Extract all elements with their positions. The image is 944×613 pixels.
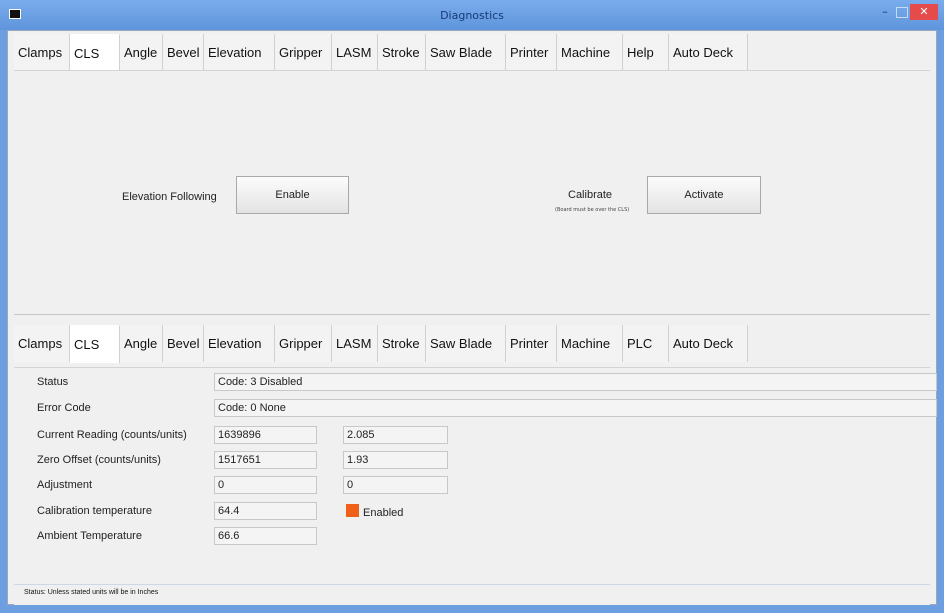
top-tab-lasm[interactable]: LASM — [332, 34, 378, 71]
bottom-tab-clamps[interactable]: Clamps — [14, 325, 70, 362]
bottom-tab-machine[interactable]: Machine — [557, 325, 623, 362]
diagnostics-window: Diagnostics – ✕ Clamps CLS Angle Bevel E… — [0, 0, 944, 613]
bottom-tab-plc[interactable]: PLC — [623, 325, 669, 362]
top-tab-bevel[interactable]: Bevel — [163, 34, 204, 71]
top-tab-stroke[interactable]: Stroke — [378, 34, 426, 71]
top-tab-gripper[interactable]: Gripper — [275, 34, 332, 71]
bottom-tab-auto-deck[interactable]: Auto Deck — [669, 325, 748, 362]
bottom-tab-angle[interactable]: Angle — [120, 325, 163, 362]
minimize-button[interactable]: – — [879, 6, 891, 18]
top-tab-auto-deck[interactable]: Auto Deck — [669, 34, 748, 71]
adjustment-counts-field: 0 — [214, 476, 317, 494]
status-value-field: Code: 3 Disabled — [214, 373, 937, 391]
bottom-tab-stroke[interactable]: Stroke — [378, 325, 426, 362]
enabled-label: Enabled — [363, 507, 404, 519]
bottom-tab-lasm[interactable]: LASM — [332, 325, 378, 362]
current-reading-counts-field: 1639896 — [214, 426, 317, 444]
calibration-temperature-field: 64.4 — [214, 502, 317, 520]
bottom-tab-bevel[interactable]: Bevel — [163, 325, 204, 362]
top-tab-elevation[interactable]: Elevation — [204, 34, 275, 71]
error-code-field: Code: 0 None — [214, 399, 937, 417]
window-title: Diagnostics — [440, 9, 504, 22]
top-tab-strip: Clamps CLS Angle Bevel Elevation Gripper… — [14, 34, 748, 72]
top-tab-cls[interactable]: CLS — [70, 34, 120, 72]
status-label: Status — [37, 376, 69, 388]
top-tab-saw-blade[interactable]: Saw Blade — [426, 34, 506, 71]
current-reading-label: Current Reading (counts/units) — [37, 429, 187, 441]
bottom-tab-gripper[interactable]: Gripper — [275, 325, 332, 362]
error-code-label: Error Code — [37, 402, 91, 414]
top-tab-clamps[interactable]: Clamps — [14, 34, 70, 71]
zero-offset-label: Zero Offset (counts/units) — [37, 454, 161, 466]
adjustment-label: Adjustment — [37, 479, 93, 491]
ambient-temperature-field: 66.6 — [214, 527, 317, 545]
current-reading-units-field: 2.085 — [343, 426, 448, 444]
top-tab-angle[interactable]: Angle — [120, 34, 163, 71]
top-tab-printer[interactable]: Printer — [506, 34, 557, 71]
status-bar: Status: Unless stated units will be in I… — [14, 584, 930, 605]
maximize-button[interactable] — [896, 7, 908, 18]
zero-offset-counts-field: 1517651 — [214, 451, 317, 469]
top-tab-machine[interactable]: Machine — [557, 34, 623, 71]
calibrate-note: (Board must be over the CLS) — [555, 207, 630, 213]
enable-button[interactable]: Enable — [236, 176, 349, 214]
elevation-following-label: Elevation Following — [122, 191, 217, 203]
bottom-tab-cls[interactable]: CLS — [70, 325, 120, 363]
calibration-temperature-label: Calibration temperature — [37, 505, 152, 517]
zero-offset-units-field: 1.93 — [343, 451, 448, 469]
bottom-tab-printer[interactable]: Printer — [506, 325, 557, 362]
enabled-indicator-icon — [346, 504, 359, 517]
calibrate-label: Calibrate — [568, 189, 613, 201]
top-tab-help[interactable]: Help — [623, 34, 669, 71]
status-bar-text: Status: Unless stated units will be in I… — [24, 589, 159, 596]
bottom-tab-saw-blade[interactable]: Saw Blade — [426, 325, 506, 362]
ambient-temperature-label: Ambient Temperature — [37, 530, 142, 542]
bottom-tab-elevation[interactable]: Elevation — [204, 325, 275, 362]
bottom-tab-strip: Clamps CLS Angle Bevel Elevation Gripper… — [14, 325, 748, 363]
title-bar[interactable]: Diagnostics – ✕ — [0, 0, 944, 30]
adjustment-units-field: 0 — [343, 476, 448, 494]
activate-button[interactable]: Activate — [647, 176, 761, 214]
close-button[interactable]: ✕ — [910, 4, 938, 20]
